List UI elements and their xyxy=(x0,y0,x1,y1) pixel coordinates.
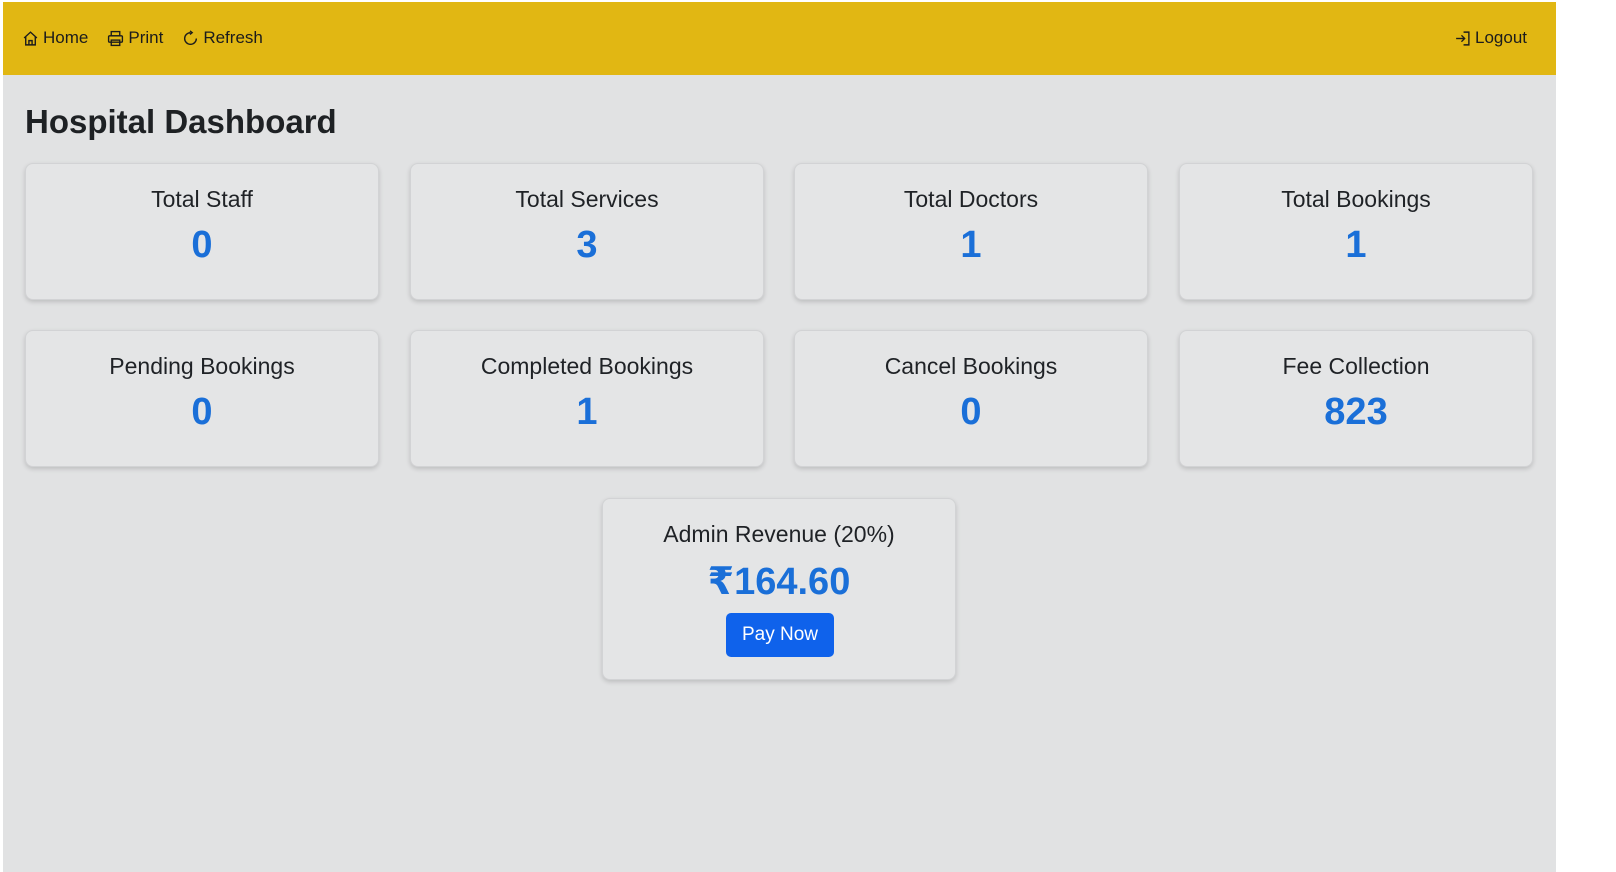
stat-value: 3 xyxy=(576,224,598,266)
stat-value: 0 xyxy=(191,224,213,266)
pay-now-button[interactable]: Pay Now xyxy=(726,613,834,657)
stat-card-cancel-bookings: Cancel Bookings 0 xyxy=(794,330,1148,467)
nav-logout-link[interactable]: Logout xyxy=(1454,26,1527,50)
stat-value: 1 xyxy=(1345,224,1367,266)
refresh-icon xyxy=(184,29,198,45)
nav-home-link[interactable]: Home xyxy=(22,26,88,50)
stat-title: Fee Collection xyxy=(1282,353,1430,379)
home-icon xyxy=(23,30,38,46)
stat-card-total-services: Total Services 3 xyxy=(410,163,764,300)
stat-value: 1 xyxy=(576,391,598,433)
stat-title: Total Staff xyxy=(151,186,253,212)
logout-icon xyxy=(1456,30,1470,46)
nav-logout-label: Logout xyxy=(1475,28,1527,47)
nav-home-label: Home xyxy=(43,28,89,47)
printer-icon xyxy=(108,30,124,46)
stat-title: Total Services xyxy=(515,186,659,212)
stat-card-total-bookings: Total Bookings 1 xyxy=(1179,163,1533,300)
nav-left-group: Home Print Refresh xyxy=(22,26,282,50)
page-title: Hospital Dashboard xyxy=(25,103,337,140)
nav-refresh-link[interactable]: Refresh xyxy=(182,26,263,50)
stat-value: 0 xyxy=(191,391,213,433)
stat-title: Cancel Bookings xyxy=(884,353,1058,379)
stat-value: 823 xyxy=(1324,391,1388,433)
nav-refresh-label: Refresh xyxy=(203,28,263,47)
stat-card-fee-collection: Fee Collection 823 xyxy=(1179,330,1533,467)
stat-value: 1 xyxy=(960,224,982,266)
stat-title: Total Bookings xyxy=(1281,186,1431,212)
stat-title: Total Doctors xyxy=(903,186,1039,212)
stat-card-pending-bookings: Pending Bookings 0 xyxy=(25,330,379,467)
top-navbar: Home Print Refresh Logout xyxy=(3,2,1556,75)
stat-card-total-staff: Total Staff 0 xyxy=(25,163,379,300)
stat-title: Completed Bookings xyxy=(480,353,694,379)
stat-card-total-doctors: Total Doctors 1 xyxy=(794,163,1148,300)
nav-right-group: Logout xyxy=(1454,26,1527,50)
admin-revenue-card: Admin Revenue (20%) ₹164.60 Pay Now xyxy=(602,498,956,680)
nav-print-link[interactable]: Print xyxy=(107,26,163,50)
nav-print-label: Print xyxy=(128,28,164,47)
stat-card-completed-bookings: Completed Bookings 1 xyxy=(410,330,764,467)
app-frame: Home Print Refresh Logout Hospital Dashb… xyxy=(3,2,1556,872)
stat-value: 0 xyxy=(960,391,982,433)
stat-title: Pending Bookings xyxy=(109,353,295,379)
revenue-value: ₹164.60 xyxy=(707,561,851,603)
revenue-title: Admin Revenue (20%) xyxy=(663,521,895,547)
